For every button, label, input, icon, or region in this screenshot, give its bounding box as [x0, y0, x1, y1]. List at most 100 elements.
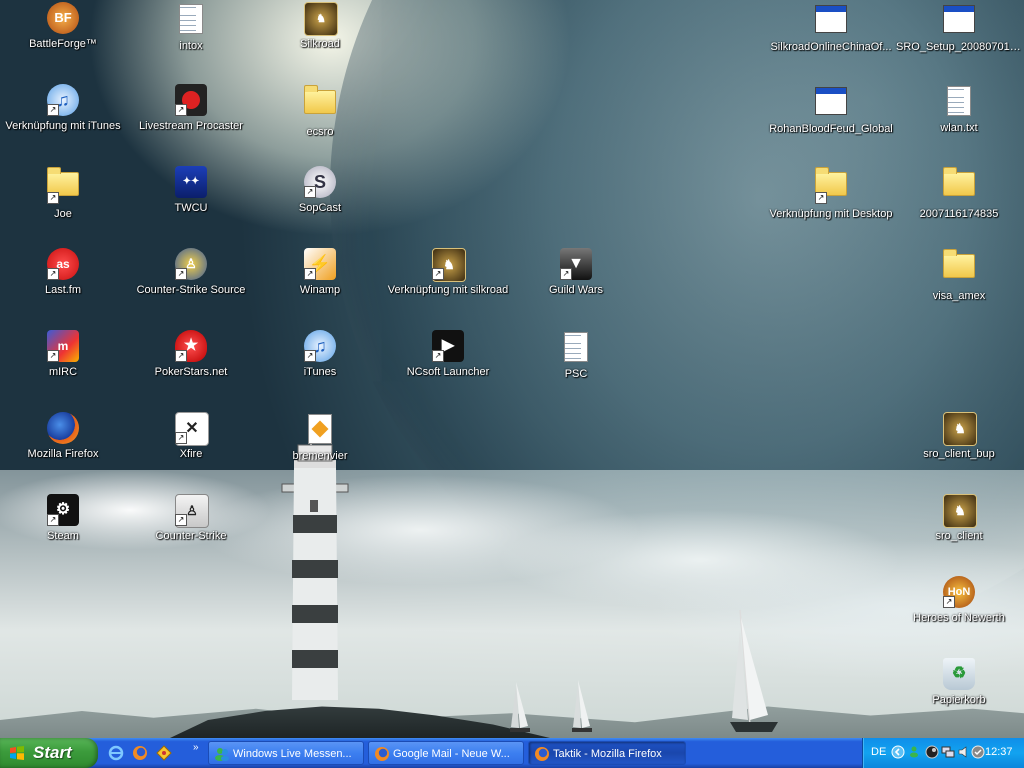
desktop-icon-silkroadonlinechina[interactable]: SilkroadOnlineChinaOf...: [766, 2, 896, 76]
icon-label: PSC: [564, 368, 588, 380]
shortcut-arrow-icon: ↗: [47, 192, 59, 204]
folder-icon: [304, 85, 336, 114]
shortcut-arrow-icon: ↗: [175, 268, 187, 280]
shortcut-arrow-icon: ↗: [175, 432, 187, 444]
icon-label: Xfire: [179, 448, 203, 460]
taskbar-button-messenger[interactable]: Windows Live Messen...: [208, 741, 364, 765]
icon-label: iTunes: [303, 366, 337, 378]
desktop-icon-itunes[interactable]: ♫ ↗ iTunes: [255, 330, 385, 404]
desktop-icon-silkroad-link[interactable]: ♞ ↗ Verknüpfung mit silkroad: [383, 248, 513, 322]
tray-expand-chevron-icon[interactable]: [891, 745, 905, 759]
folder-icon: [943, 249, 975, 278]
quicklaunch-more-chevron-icon[interactable]: »: [193, 742, 199, 753]
desktop-icon-mirc[interactable]: m ↗ mIRC: [0, 330, 128, 404]
icon-label: ecsro: [306, 126, 334, 138]
desktop-icon-guild-wars[interactable]: ▼ ↗ Guild Wars: [511, 248, 641, 322]
shortcut-arrow-icon: ↗: [175, 104, 187, 116]
shortcut-arrow-icon: ↗: [943, 596, 955, 608]
desktop-icon-twcu[interactable]: ✦✦ TWCU: [126, 166, 256, 240]
icon-label: Verknüpfung mit silkroad: [387, 284, 509, 296]
desktop-icon-psc[interactable]: PSC: [511, 330, 641, 404]
desktop-icon-sro-client[interactable]: ♞ sro_client: [894, 494, 1024, 568]
shortcut-arrow-icon: ↗: [47, 268, 59, 280]
firefox-icon[interactable]: [132, 745, 148, 761]
desktop-icon-itunes-link[interactable]: ♫ ↗ Verknüpfung mit iTunes: [0, 84, 128, 158]
desktop-icon-xfire[interactable]: ✕ ↗ Xfire: [126, 412, 256, 486]
icon-label: 2007116174835: [919, 208, 999, 220]
icon-label: sro_client: [935, 530, 983, 542]
desktop-icon-sro-setup[interactable]: SRO_Setup_20080701(2): [894, 2, 1024, 76]
twcu-icon: ✦✦: [175, 166, 207, 198]
application-window-icon: [815, 87, 847, 115]
text-document-icon: [947, 86, 971, 116]
steam-tray-icon[interactable]: [925, 745, 939, 759]
language-indicator[interactable]: DE: [871, 746, 886, 758]
shortcut-arrow-icon: ↗: [175, 514, 187, 526]
messenger-tray-icon[interactable]: [909, 745, 923, 759]
firefox-icon: [535, 747, 549, 761]
icon-label: bremenvier: [292, 450, 348, 462]
desktop-icon-ncsoft-launcher[interactable]: ▶ ↗ NCsoft Launcher: [383, 330, 513, 404]
network-icon[interactable]: [941, 745, 955, 759]
desktop[interactable]: BF BattleForge™ intox ♞ Silkroad Silkroa…: [0, 0, 1024, 738]
desktop-icon-sopcast[interactable]: S ↗ SopCast: [255, 166, 385, 240]
silkroad-icon: ♞: [304, 2, 338, 36]
desktop-icon-sro-client-bup[interactable]: ♞ sro_client_bup: [894, 412, 1024, 486]
desktop-icon-ecsro[interactable]: ecsro: [255, 84, 385, 158]
firefox-icon: [375, 747, 389, 761]
windows-flag-icon: [10, 746, 24, 760]
icon-label: visa_amex: [932, 290, 986, 302]
taskbar-button-taktik-active[interactable]: Taktik - Mozilla Firefox: [528, 741, 686, 765]
icon-label: NCsoft Launcher: [406, 366, 490, 378]
icon-label: sro_client_bup: [923, 448, 995, 460]
clock[interactable]: 12:37: [985, 746, 1013, 758]
desktop-icon-steam[interactable]: ⚙ ↗ Steam: [0, 494, 128, 568]
shortcut-arrow-icon: ↗: [432, 268, 444, 280]
start-button[interactable]: Start: [0, 738, 98, 768]
desktop-icon-rohan[interactable]: RohanBloodFeud_Global: [766, 84, 896, 158]
internet-explorer-icon[interactable]: [108, 745, 124, 761]
desktop-icon-wlan-txt[interactable]: wlan.txt: [894, 84, 1024, 158]
quicklaunch-app-icon[interactable]: [156, 745, 172, 761]
desktop-icon-intox[interactable]: intox: [126, 2, 256, 76]
icon-label: Mozilla Firefox: [27, 448, 99, 460]
shortcut-arrow-icon: ↗: [47, 514, 59, 526]
icon-label: wlan.txt: [940, 122, 978, 134]
shortcut-arrow-icon: ↗: [432, 350, 444, 362]
desktop-icon-heroes-of-newerth[interactable]: HoN ↗ Heroes of Newerth: [894, 576, 1024, 650]
wallpaper-sailboat: [572, 680, 592, 732]
desktop-icon-papierkorb[interactable]: ♻ Papierkorb: [894, 658, 1024, 732]
desktop-icon-joe[interactable]: ↗ Joe: [0, 166, 128, 240]
system-tray: DE 12:37: [862, 738, 1024, 768]
icon-label: Counter-Strike Source: [136, 284, 246, 296]
desktop-icon-lastfm[interactable]: as ↗ Last.fm: [0, 248, 128, 322]
volume-icon[interactable]: [957, 745, 971, 759]
task-label: Google Mail - Neue W...: [393, 748, 510, 760]
icon-label: Winamp: [299, 284, 341, 296]
desktop-icon-winamp[interactable]: ⚡ ↗ Winamp: [255, 248, 385, 322]
desktop-icon-desktop-link[interactable]: ↗ Verknüpfung mit Desktop: [766, 166, 896, 240]
application-window-icon: [943, 5, 975, 33]
security-tray-icon[interactable]: [971, 745, 985, 759]
icon-label: Steam: [47, 530, 79, 542]
desktop-icon-counter-strike[interactable]: ♙ ↗ Counter-Strike: [126, 494, 256, 568]
icon-label: Verknüpfung mit iTunes: [5, 120, 121, 132]
icon-label: Joe: [54, 208, 72, 220]
desktop-icon-livestream-procaster[interactable]: ↗ Livestream Procaster: [126, 84, 256, 158]
taskbar-button-google-mail[interactable]: Google Mail - Neue W...: [368, 741, 524, 765]
shortcut-arrow-icon: ↗: [47, 104, 59, 116]
desktop-icon-2007116174835[interactable]: 2007116174835: [894, 166, 1024, 240]
icon-label: Livestream Procaster: [139, 120, 243, 132]
icon-label: Last.fm: [44, 284, 82, 296]
desktop-icon-pokerstars[interactable]: ★ ↗ PokerStars.net: [126, 330, 256, 404]
desktop-icon-silkroad[interactable]: ♞ Silkroad: [255, 2, 385, 76]
desktop-icon-visa-amex[interactable]: visa_amex: [894, 248, 1024, 322]
shortcut-arrow-icon: ↗: [47, 350, 59, 362]
desktop-icon-cs-source[interactable]: ♙ ↗ Counter-Strike Source: [126, 248, 256, 322]
desktop-icon-bremenvier[interactable]: bremenvier: [255, 412, 385, 486]
file-icon: [308, 414, 332, 444]
silkroad-icon: ♞: [943, 494, 977, 528]
icon-label: PokerStars.net: [154, 366, 228, 378]
desktop-icon-firefox[interactable]: Mozilla Firefox: [0, 412, 128, 486]
desktop-icon-battleforge[interactable]: BF BattleForge™: [0, 2, 128, 76]
